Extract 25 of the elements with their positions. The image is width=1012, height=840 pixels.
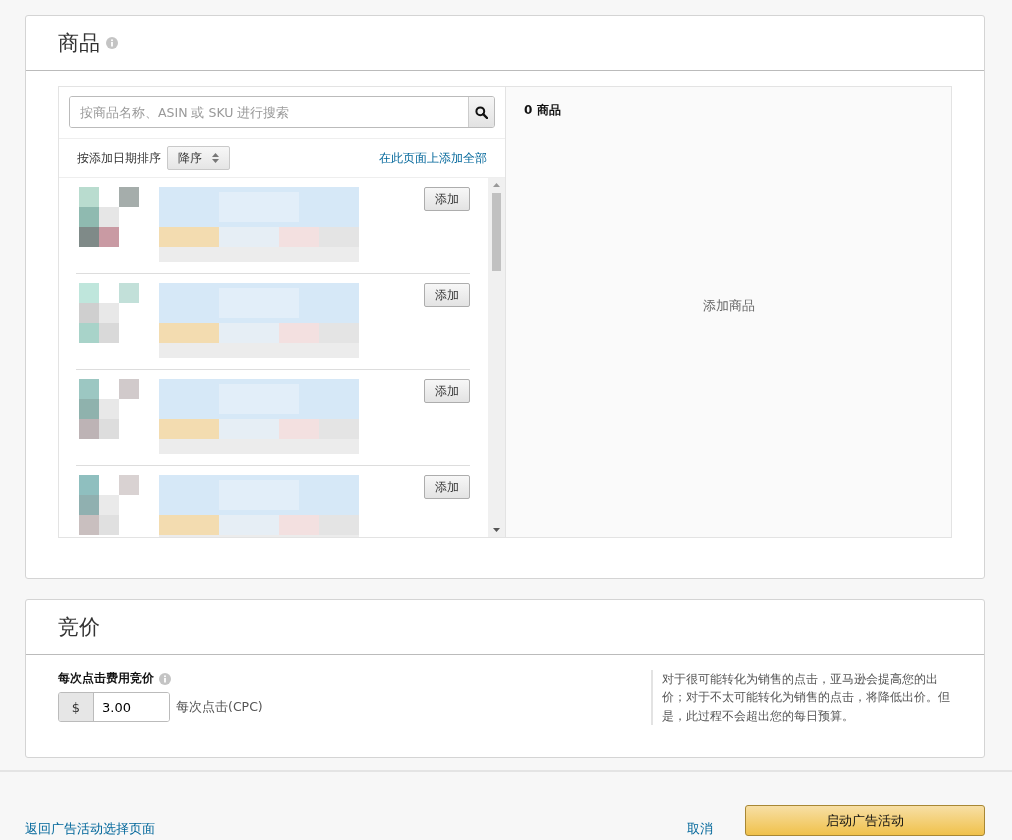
back-link[interactable]: 返回广告活动选择页面	[25, 821, 155, 839]
add-button[interactable]: 添加	[424, 475, 470, 499]
launch-button[interactable]: 启动广告活动	[745, 805, 985, 837]
search-field[interactable]: 按商品名称、ASIN 或 SKU 进行搜索	[69, 96, 495, 128]
sort-dropdown[interactable]: 降序	[167, 146, 230, 170]
empty-message: 添加商品	[702, 298, 755, 315]
scrollbar[interactable]	[488, 178, 505, 537]
selected-count: 0 商品	[524, 102, 562, 119]
bid-note: 对于很可能转化为销售的点击，亚马逊会提高您的出价；对于不太可能转化为销售的点击，将降低出价。但是，此过程不会超出您的每日预算。	[651, 670, 952, 726]
add-button[interactable]: 添加	[424, 283, 470, 307]
bid-input[interactable]: $ 3.00	[58, 692, 170, 722]
section-title: 竞价	[58, 614, 100, 641]
add-button[interactable]: 添加	[424, 379, 470, 403]
info-icon[interactable]	[159, 672, 171, 685]
sort-label: 按添加日期排序	[77, 149, 161, 167]
cancel-link[interactable]: 取消	[687, 821, 713, 839]
add-all-link[interactable]: 在此页面上添加全部	[379, 149, 487, 167]
section-title: 商品	[58, 30, 100, 57]
add-button[interactable]: 添加	[424, 187, 470, 211]
info-icon[interactable]	[106, 37, 118, 49]
sort-arrows-icon	[212, 153, 219, 163]
field-label: 每次点击费用竞价	[58, 670, 154, 687]
search-button[interactable]	[468, 97, 494, 127]
search-icon	[475, 105, 488, 119]
unit-label: 每次点击(CPC)	[176, 698, 263, 716]
